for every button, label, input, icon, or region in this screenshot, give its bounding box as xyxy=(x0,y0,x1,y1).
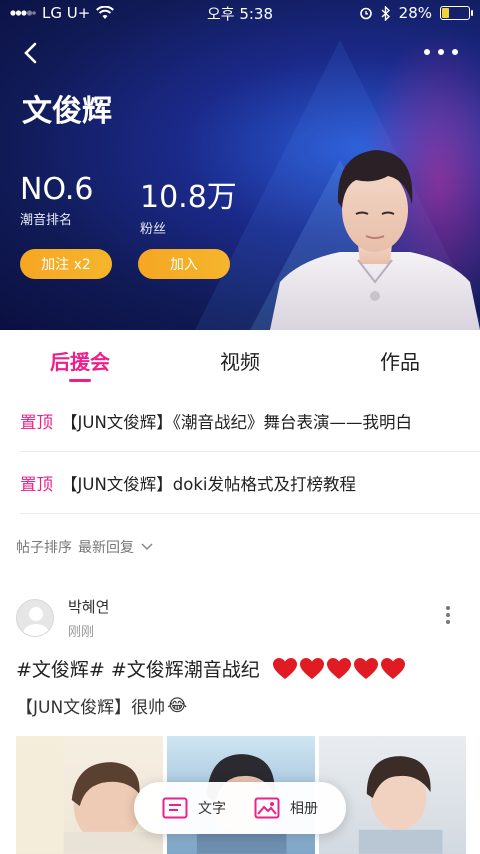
compose-bar: 文字 相册 xyxy=(134,782,346,834)
section-tabs: 后援会 视频 作品 xyxy=(0,330,480,390)
chevron-down-icon xyxy=(141,543,153,551)
post-text: 【JUN文俊辉】很帅 xyxy=(16,698,166,718)
rank-label: 潮音排名 xyxy=(20,213,73,228)
post-hashtags[interactable]: #文俊辉# #文俊辉潮音战纪 xyxy=(16,655,260,682)
compose-album-button[interactable]: 相册 xyxy=(254,797,318,819)
heart-icon xyxy=(353,657,378,679)
post-body: 【JUN文俊辉】很帅 😂 xyxy=(16,693,188,719)
back-button[interactable] xyxy=(18,38,46,68)
post-time: 刚刚 xyxy=(68,625,95,640)
pinned-post-title: 【JUN文俊辉】《潮音战纪》舞台表演——我明白 xyxy=(61,412,413,432)
more-dot-icon xyxy=(438,49,444,55)
heart-emoji-row xyxy=(272,657,406,681)
pinned-post[interactable]: 置顶 【JUN文俊辉】《潮音战纪》舞台表演——我明白 xyxy=(20,390,480,452)
chevron-left-icon xyxy=(24,42,37,64)
post-header: 박혜연 刚刚 xyxy=(16,596,109,640)
photo-album-icon xyxy=(254,797,280,819)
status-bar: LG U+ 오후 5:38 28% xyxy=(0,0,480,26)
avatar[interactable] xyxy=(16,599,54,637)
bluetooth-icon xyxy=(381,5,390,21)
battery-icon xyxy=(440,6,473,20)
signal-icon xyxy=(10,10,36,16)
post-sort-selector[interactable]: 帖子排序 最新回复 xyxy=(16,537,154,557)
rank-value: NO.6 xyxy=(20,172,94,207)
pinned-post-title: 【JUN文俊辉】doki发帖格式及打榜教程 xyxy=(61,474,356,494)
wifi-icon xyxy=(96,6,115,19)
menu-dot-icon xyxy=(446,606,450,610)
more-options-button[interactable] xyxy=(424,40,458,64)
star-banner: LG U+ 오후 5:38 28% 文俊辉 NO.6 潮音排名 10.8万 粉丝… xyxy=(0,0,480,330)
pinned-badge: 置顶 xyxy=(20,474,53,494)
heart-icon xyxy=(272,657,297,679)
sort-value: 最新回复 xyxy=(78,540,134,556)
tab-fanclub[interactable]: 后援会 xyxy=(0,330,160,390)
heart-icon xyxy=(326,657,351,679)
compose-album-label: 相册 xyxy=(290,801,318,817)
alarm-icon xyxy=(359,7,372,20)
star-name: 文俊辉 xyxy=(22,94,112,129)
post-hashtags-line: #文俊辉# #文俊辉潮音战纪 xyxy=(16,655,406,682)
star-portrait xyxy=(270,150,480,330)
heart-icon xyxy=(380,657,405,679)
pinned-badge: 置顶 xyxy=(20,412,53,432)
compose-text-button[interactable]: 文字 xyxy=(162,797,226,819)
pinned-post[interactable]: 置顶 【JUN文俊辉】doki发帖格式及打榜教程 xyxy=(20,452,480,514)
post-author[interactable]: 박혜연 xyxy=(68,596,109,617)
battery-percent: 28% xyxy=(398,4,432,22)
rank-stat: NO.6 潮音排名 xyxy=(20,172,93,228)
fans-stat: 10.8万 粉丝 xyxy=(140,172,237,237)
tab-works[interactable]: 作品 xyxy=(320,330,480,390)
heart-icon xyxy=(299,657,324,679)
boost-button[interactable]: 加注 x2 xyxy=(20,249,112,279)
tab-videos[interactable]: 视频 xyxy=(160,330,320,390)
more-dot-icon xyxy=(452,49,458,55)
more-dot-icon xyxy=(424,49,430,55)
laughing-emoji-icon: 😂 xyxy=(167,695,188,716)
text-post-icon xyxy=(162,797,188,819)
menu-dot-icon xyxy=(446,613,450,617)
post-menu-button[interactable] xyxy=(446,606,452,624)
fans-value: 10.8万 xyxy=(140,180,237,215)
compose-text-label: 文字 xyxy=(198,801,226,817)
fans-label: 粉丝 xyxy=(140,222,167,237)
carrier-label: LG U+ xyxy=(42,4,91,22)
menu-dot-icon xyxy=(446,620,450,624)
sort-label: 帖子排序 xyxy=(16,540,72,556)
join-button[interactable]: 加入 xyxy=(138,249,230,279)
